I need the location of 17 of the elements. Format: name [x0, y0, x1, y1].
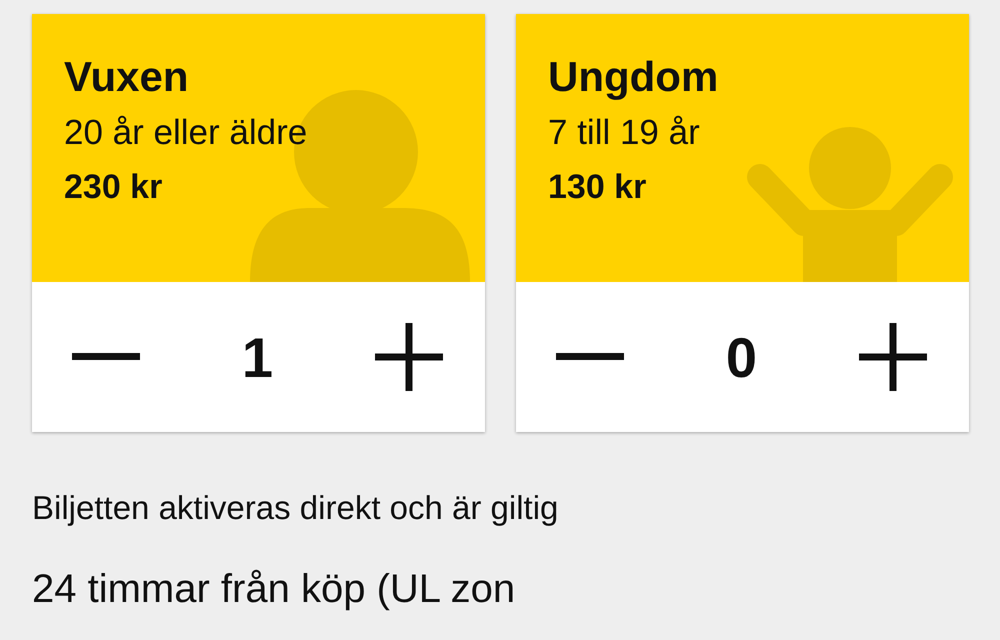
minus-icon	[556, 353, 624, 361]
child-icon	[746, 127, 956, 282]
ticket-count: 1	[242, 324, 274, 390]
age-range: 20 år eller äldre	[64, 112, 308, 154]
info-text: 24 timmar från köp (UL zon	[32, 566, 516, 613]
plus-icon	[375, 323, 443, 391]
info-text: Biljetten aktiveras direkt och är giltig	[32, 488, 558, 528]
minus-icon	[72, 353, 140, 361]
ticket-price: 130 kr	[548, 167, 646, 208]
ticket-price: 230 kr	[64, 167, 162, 208]
plus-icon	[859, 323, 927, 391]
increase-button[interactable]	[375, 322, 443, 392]
ticket-title: Vuxen	[64, 52, 188, 102]
ticket-count: 0	[726, 324, 758, 390]
ticket-title: Ungdom	[548, 52, 718, 102]
increase-button[interactable]	[859, 322, 927, 392]
age-range: 7 till 19 år	[548, 112, 700, 154]
